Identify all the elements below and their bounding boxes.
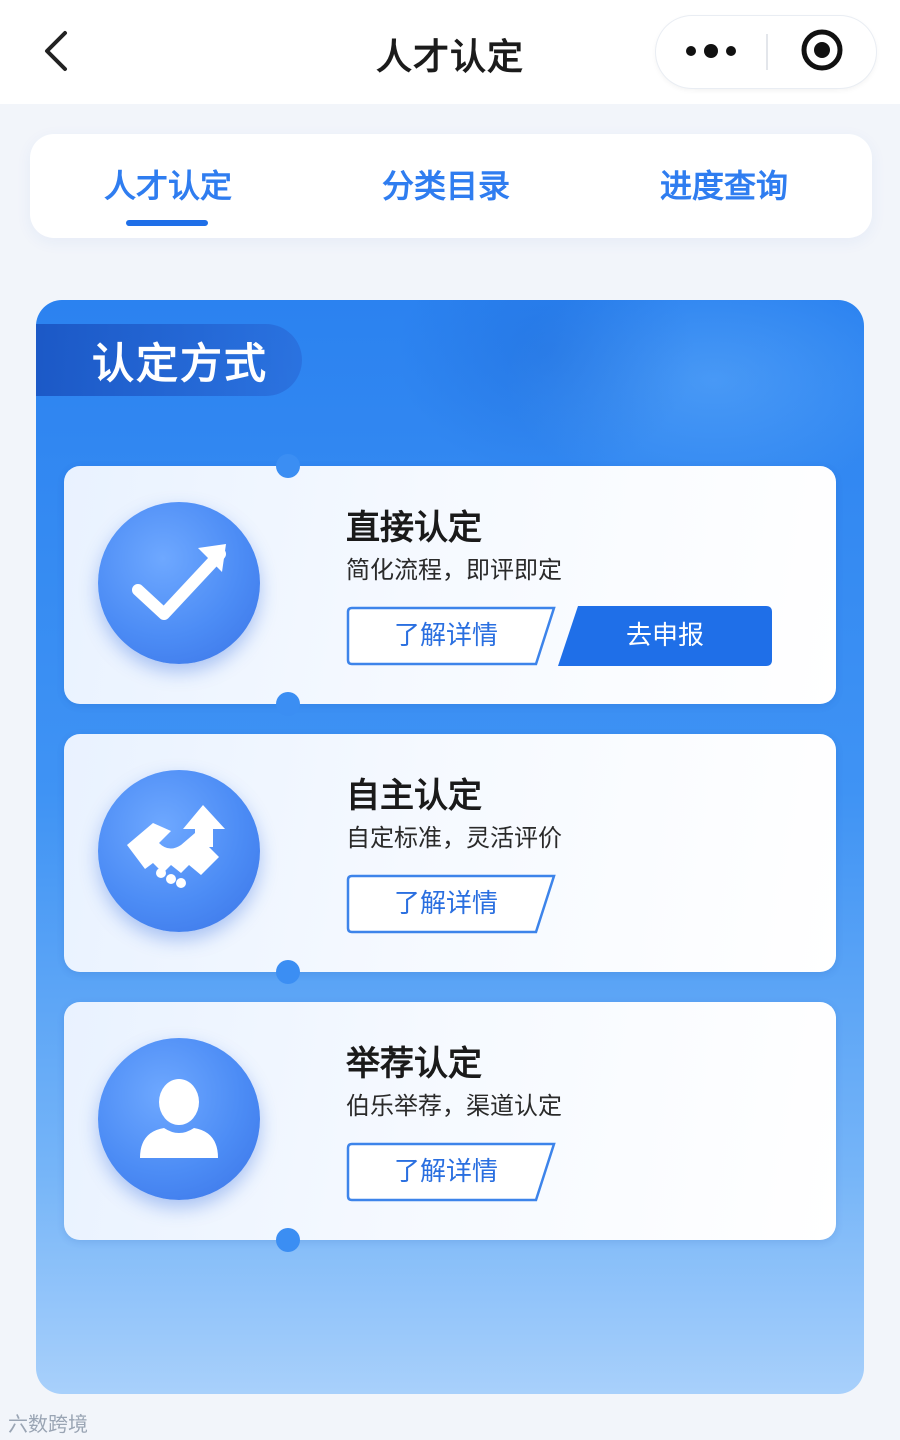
learn-more-button[interactable]: 了解详情 bbox=[346, 1142, 556, 1202]
card-subtitle: 简化流程，即评即定 bbox=[346, 556, 562, 584]
top-nav-bar: 人才认定 bbox=[0, 0, 900, 104]
tab-category-catalog[interactable]: 分类目录 bbox=[326, 134, 566, 238]
ticket-notch bbox=[276, 960, 300, 984]
active-tab-indicator bbox=[126, 220, 208, 226]
handshake-icon bbox=[98, 770, 260, 932]
card-subtitle: 伯乐举荐，渠道认定 bbox=[346, 1092, 562, 1120]
learn-more-label: 了解详情 bbox=[393, 889, 498, 919]
card-recommendation-certification: 举荐认定 伯乐举荐，渠道认定 了解详情 bbox=[64, 1002, 836, 1240]
person-icon bbox=[98, 1038, 260, 1200]
chevron-left-icon bbox=[41, 29, 69, 77]
mini-program-capsule bbox=[656, 16, 876, 88]
card-title: 举荐认定 bbox=[346, 1044, 482, 1084]
learn-more-button[interactable]: 了解详情 bbox=[346, 874, 556, 934]
card-direct-certification: 直接认定 简化流程，即评即定 了解详情 去申报 bbox=[64, 466, 836, 704]
ticket-notch bbox=[276, 454, 300, 478]
certification-methods-panel: 认定方式 直接认定 简化流程，即评即定 了解详情 去申报 自主认定 自定标准，灵… bbox=[36, 300, 864, 1394]
card-independent-certification: 自主认定 自定标准，灵活评价 了解详情 bbox=[64, 734, 836, 972]
section-title: 认定方式 bbox=[92, 339, 269, 388]
ticket-notch bbox=[276, 1228, 300, 1252]
tab-bar: 人才认定 分类目录 进度查询 bbox=[30, 134, 872, 238]
learn-more-label: 了解详情 bbox=[393, 621, 498, 651]
check-arrow-icon bbox=[98, 502, 260, 664]
more-options-button[interactable] bbox=[656, 16, 766, 88]
more-dots-icon bbox=[685, 43, 737, 62]
close-mini-program-button[interactable] bbox=[768, 16, 876, 88]
learn-more-label: 了解详情 bbox=[393, 1157, 498, 1187]
learn-more-button[interactable]: 了解详情 bbox=[346, 606, 556, 666]
tab-progress-query[interactable]: 进度查询 bbox=[604, 134, 844, 238]
target-circle-icon bbox=[800, 28, 844, 76]
apply-button[interactable]: 去申报 bbox=[558, 606, 772, 666]
back-button[interactable] bbox=[30, 28, 80, 78]
watermark-text: 六数跨境 bbox=[8, 1412, 88, 1436]
card-title: 自主认定 bbox=[346, 776, 482, 816]
ticket-notch bbox=[276, 692, 300, 716]
card-title: 直接认定 bbox=[346, 508, 482, 548]
card-subtitle: 自定标准，灵活评价 bbox=[346, 824, 562, 852]
apply-label: 去申报 bbox=[625, 621, 704, 651]
